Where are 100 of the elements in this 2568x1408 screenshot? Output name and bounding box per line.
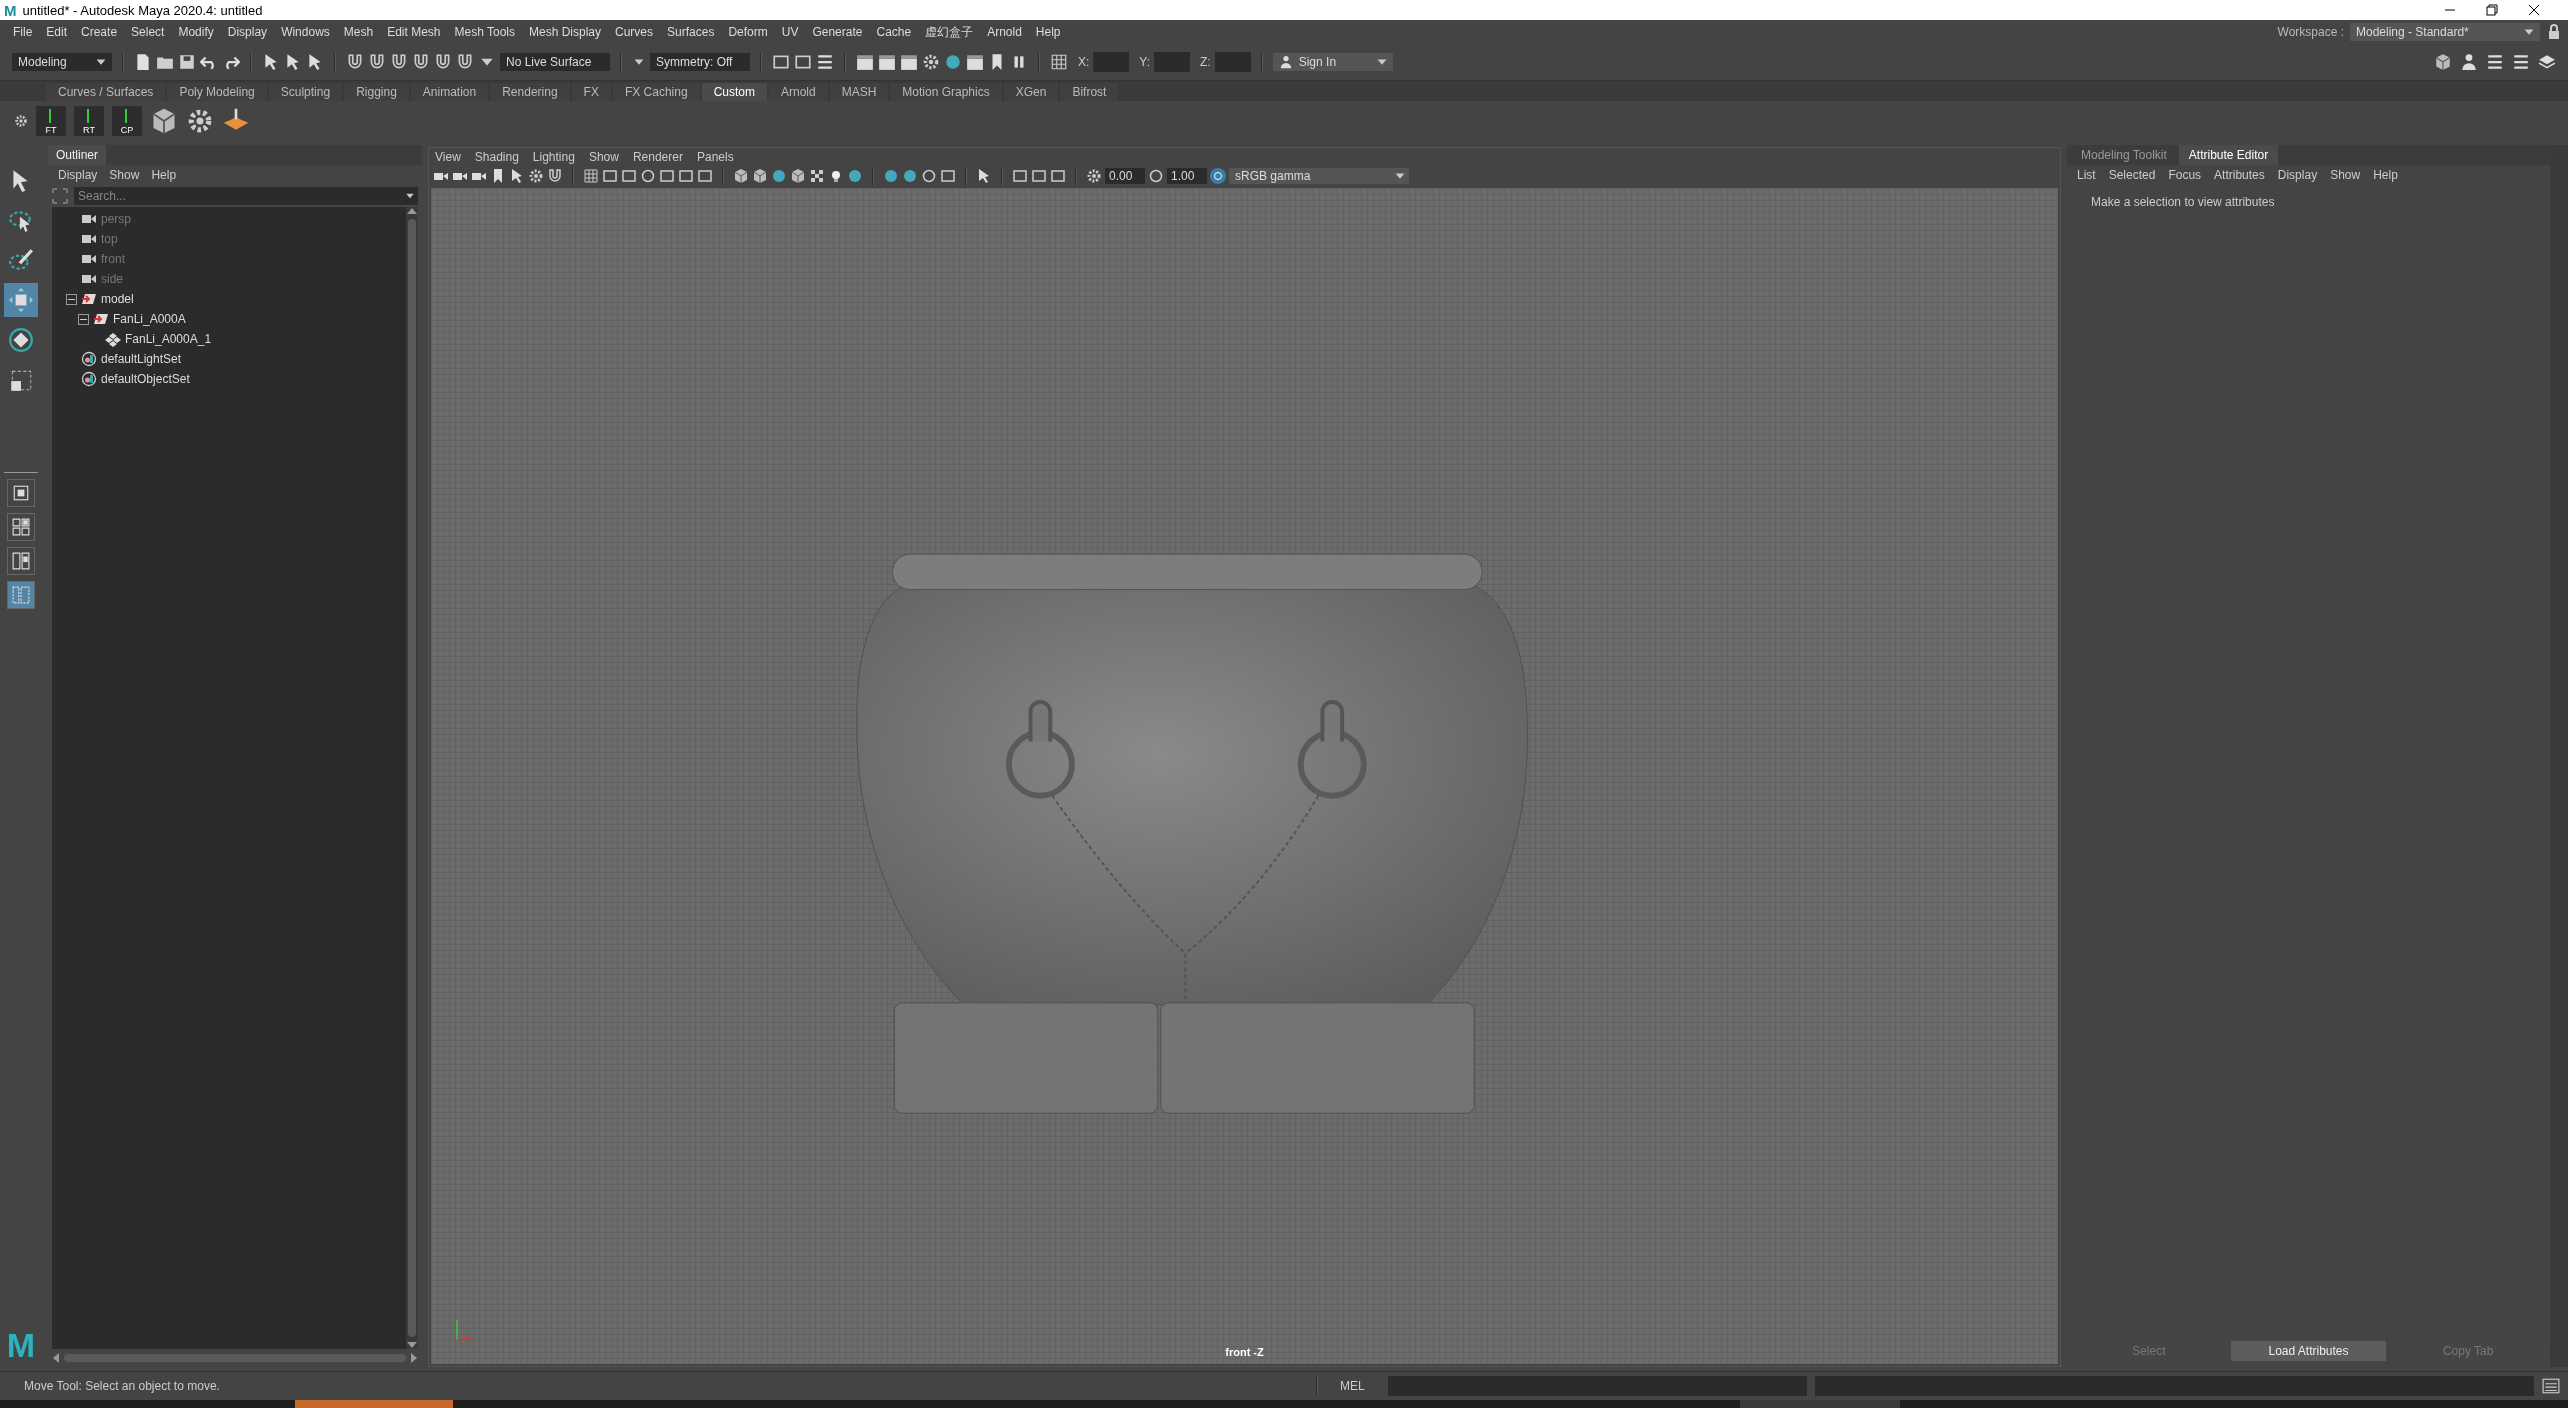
layout-button[interactable] [7, 547, 35, 575]
menu-item[interactable]: Mesh Display [522, 25, 609, 39]
list-icon[interactable] [2512, 53, 2530, 71]
square-icon[interactable] [659, 168, 675, 184]
gear-icon[interactable] [528, 168, 544, 184]
shelf-tab[interactable]: Custom [701, 83, 767, 101]
workspace-dropdown[interactable]: Modeling - Standard* [2350, 23, 2540, 41]
sphere-icon[interactable] [847, 168, 863, 184]
circle-icon[interactable] [921, 168, 937, 184]
magnet-icon[interactable] [547, 168, 563, 184]
menu-item[interactable]: Curves [608, 25, 661, 39]
collapse-icon[interactable] [78, 313, 89, 325]
square-icon[interactable] [1050, 168, 1066, 184]
circle-icon[interactable] [640, 168, 656, 184]
menu-item[interactable]: Show [2330, 168, 2361, 182]
menu-item[interactable]: Windows [274, 25, 337, 39]
menu-item[interactable]: Help [151, 168, 177, 182]
scrollbar[interactable] [406, 207, 418, 1349]
live-surface-field[interactable]: No Live Surface [500, 53, 610, 71]
shelf-tab[interactable]: Rendering [490, 83, 570, 101]
magnet-icon[interactable] [390, 53, 408, 71]
shelf-tab[interactable]: FX [571, 83, 611, 101]
menu-item[interactable]: View [435, 150, 461, 164]
symmetry-field[interactable]: Symmetry: Off [650, 53, 750, 71]
shelf-tab[interactable]: Animation [410, 83, 489, 101]
square-icon[interactable] [678, 168, 694, 184]
shelf-tab[interactable]: Curves / Surfaces [46, 83, 166, 101]
tree-item[interactable]: model [101, 292, 134, 306]
magnet-icon[interactable] [434, 53, 452, 71]
checker-icon[interactable] [809, 168, 825, 184]
scroll-left-icon[interactable] [52, 1353, 60, 1363]
gear-icon[interactable] [1086, 168, 1102, 184]
square-icon[interactable] [1012, 168, 1028, 184]
result-field[interactable] [1815, 1376, 2534, 1396]
menu-item[interactable]: Arnold [980, 25, 1029, 39]
list-icon[interactable] [2486, 53, 2504, 71]
menu-item[interactable]: Shading [474, 150, 519, 164]
shelf-button[interactable]: CP [112, 106, 142, 136]
tree-item[interactable]: defaultLightSet [101, 352, 182, 366]
sphere-icon[interactable] [902, 168, 918, 184]
menu-item[interactable]: Display [2277, 168, 2318, 182]
clapperboard-icon[interactable] [878, 53, 896, 71]
shelf-tab[interactable]: Arnold [768, 83, 828, 101]
command-field[interactable] [1387, 1376, 1808, 1396]
menu-item[interactable]: Surfaces [660, 25, 722, 39]
menu-item[interactable]: 虚幻盒子 [918, 23, 981, 41]
new-file-icon[interactable] [134, 53, 152, 71]
square-icon[interactable] [940, 168, 956, 184]
panel-tab[interactable]: Outliner [48, 145, 107, 165]
clapperboard-icon[interactable] [856, 53, 874, 71]
tree-item[interactable]: FanLi_A000A_1 [125, 332, 212, 346]
menu-item[interactable]: Selected [2108, 168, 2156, 182]
layout-button[interactable] [7, 581, 35, 609]
menu-item[interactable]: Edit Mesh [380, 25, 448, 39]
load-attributes-button[interactable]: Load Attributes [2230, 1341, 2387, 1361]
cube-icon[interactable] [733, 168, 749, 184]
mode-dropdown[interactable]: Modeling [12, 53, 112, 71]
menu-item[interactable]: Renderer [632, 150, 683, 164]
cube-icon[interactable] [2434, 53, 2452, 71]
clapperboard-icon[interactable] [900, 53, 918, 71]
menu-item[interactable]: List [2077, 168, 2096, 182]
menu-item[interactable]: Lighting [532, 150, 575, 164]
menu-item[interactable]: Modify [171, 25, 221, 39]
tree-item[interactable]: side [101, 272, 123, 286]
panel-tab[interactable]: Attribute Editor [2178, 145, 2279, 165]
color-space-dropdown[interactable]: sRGB gamma [1229, 168, 1409, 184]
exposure-field[interactable]: 0.00 [1105, 168, 1145, 184]
square-icon[interactable] [602, 168, 618, 184]
list-icon[interactable] [816, 53, 834, 71]
person-icon[interactable] [2460, 53, 2478, 71]
tree-item[interactable]: top [101, 232, 118, 246]
tree-item[interactable]: front [101, 252, 125, 266]
menu-item[interactable]: Show [588, 150, 619, 164]
square-icon[interactable] [794, 53, 812, 71]
language-label[interactable]: MEL [1339, 1379, 1380, 1393]
search-field[interactable]: Search... [74, 187, 418, 205]
cube-icon[interactable] [790, 168, 806, 184]
shelf-tab[interactable]: Rigging [344, 83, 409, 101]
lock-icon[interactable] [2546, 24, 2562, 40]
circle-icon[interactable] [1148, 168, 1164, 184]
magnet-icon[interactable] [412, 53, 430, 71]
collapse-icon[interactable] [66, 293, 77, 305]
menu-item[interactable]: Help [1028, 25, 1068, 39]
move-tool[interactable] [4, 283, 38, 317]
layout-button[interactable] [7, 513, 35, 541]
tree-item[interactable]: defaultObjectSet [101, 372, 190, 386]
coordinate-field[interactable] [1214, 52, 1251, 72]
menu-item[interactable]: Display [220, 25, 275, 39]
sphere-icon[interactable] [771, 168, 787, 184]
magnet-icon[interactable] [346, 53, 364, 71]
restore-icon[interactable] [2486, 4, 2498, 16]
cube-icon[interactable] [752, 168, 768, 184]
menu-item[interactable]: Attributes [2214, 168, 2265, 182]
panel-tab[interactable]: Modeling Toolkit [2071, 145, 2177, 165]
menu-item[interactable]: Focus [2168, 168, 2202, 182]
shelf-tab[interactable]: XGen [1003, 83, 1059, 101]
shelf-tab[interactable]: MASH [829, 83, 889, 101]
layers-icon[interactable] [2538, 53, 2556, 71]
menu-item[interactable]: Show [109, 168, 140, 182]
menu-item[interactable]: Help [2373, 168, 2398, 182]
